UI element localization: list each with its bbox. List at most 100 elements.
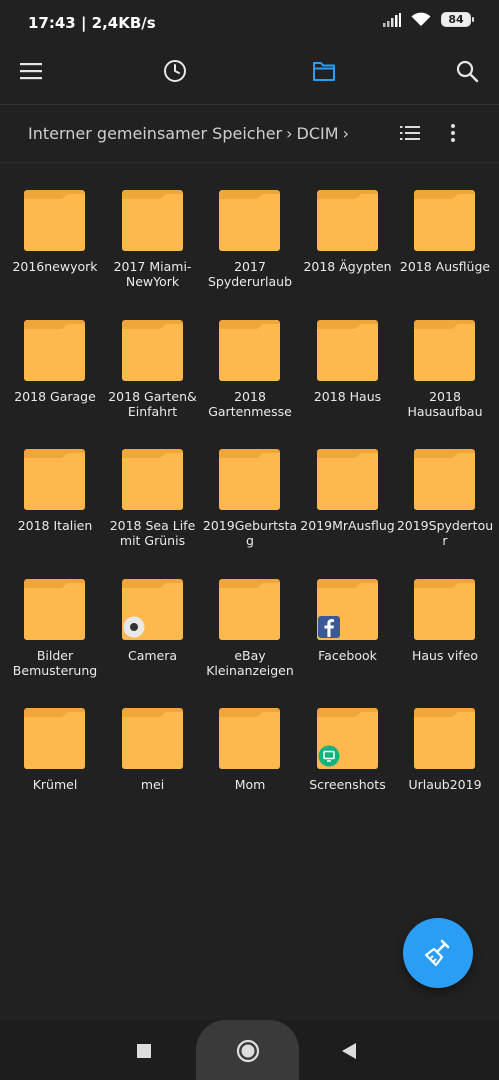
signal-icon (383, 12, 401, 27)
folder-item[interactable]: Urlaub2019 (396, 708, 494, 828)
folder-label: Mom (234, 777, 266, 792)
folder-icon (219, 708, 280, 769)
recents-square-icon[interactable] (136, 1043, 152, 1059)
folder-label: 2018 Hausaufbau (407, 388, 483, 419)
folder-item[interactable]: 2018 Haus (299, 319, 397, 440)
folder-item[interactable]: 2018 Gartenmesse (201, 319, 299, 440)
wifi-icon (411, 12, 431, 26)
list-view-button[interactable] (393, 118, 427, 148)
folder-icon (24, 578, 85, 640)
folder-item[interactable]: Haus vifeo (396, 578, 494, 699)
recent-files-tab[interactable] (158, 56, 192, 86)
folder-item[interactable]: 2019Geburtstag (201, 449, 299, 569)
folder-item[interactable]: 2018 Garten& Einfahrt (104, 319, 202, 440)
breadcrumb-item-dcim[interactable]: DCIM (297, 124, 339, 143)
folder-item[interactable]: 2016newyork (6, 190, 104, 310)
folder-item[interactable]: 2018 Ausflüge (396, 190, 494, 310)
folder-item[interactable]: 2017 Spyderurlaub (201, 190, 299, 310)
folder-label: 2018 Ägypten (303, 259, 392, 274)
more-vertical-icon (451, 124, 455, 142)
folder-item[interactable]: eBay Kleinanzeigen (201, 578, 299, 699)
breadcrumb-item-storage[interactable]: Interner gemeinsamer Speicher (28, 124, 282, 143)
folder-item[interactable]: Camera (104, 578, 202, 699)
folder-item[interactable]: Facebook (299, 578, 397, 699)
status-bar: 17:43 | 2,4KB/s 84 (0, 0, 499, 46)
folder-label: 2019Geburtstag (202, 518, 298, 548)
more-options-button[interactable] (436, 118, 470, 148)
folder-item[interactable]: Screenshots (299, 708, 397, 828)
folder-label: Facebook (318, 647, 377, 663)
broom-clean-icon (424, 939, 450, 967)
chevron-right-icon: › (342, 124, 349, 143)
folder-label: 2018 Italien (17, 518, 93, 533)
folder-item[interactable]: Krümel (6, 708, 104, 828)
folder-label: eBay Kleinanzeigen (206, 647, 294, 678)
folder-label: 2018 Garage (14, 388, 96, 404)
folder-icon (316, 319, 378, 381)
folder-icon (316, 449, 378, 510)
folder-label: 2018 Sea Life mit Grünis (109, 518, 196, 548)
folder-item[interactable]: 2018 Sea Life mit Grünis (104, 449, 202, 569)
search-button[interactable] (450, 56, 484, 86)
folder-icon (414, 190, 475, 251)
folder-icon (414, 578, 475, 640)
files-tab[interactable] (307, 56, 341, 86)
folder-item[interactable]: 2018 Italien (6, 449, 104, 569)
folder-icon (24, 319, 85, 381)
battery-indicator: 84 (441, 12, 474, 27)
breadcrumb-divider (0, 162, 499, 163)
folder-icon (24, 449, 85, 510)
folder-icon (121, 708, 183, 769)
screenshot-badge-icon (318, 745, 339, 767)
folder-icon (219, 190, 280, 251)
camera-badge-icon (123, 616, 144, 637)
chevron-right-icon: › (286, 124, 293, 143)
folder-icon (121, 319, 183, 381)
folder-icon (414, 449, 475, 510)
search-icon (456, 60, 479, 83)
folder-item[interactable]: 2018 Hausaufbau (396, 319, 494, 440)
home-circle-icon[interactable] (236, 1039, 260, 1063)
folder-label: 2019Spydertour (396, 518, 494, 548)
folder-label: 2018 Ausflüge (399, 259, 491, 274)
list-view-icon (400, 126, 420, 140)
menu-button[interactable] (14, 56, 48, 86)
clean-up-button[interactable] (403, 918, 473, 988)
folder-icon (24, 708, 85, 769)
facebook-badge-icon (317, 615, 340, 638)
folder-item[interactable]: 2018 Garage (6, 319, 104, 440)
folder-item[interactable]: 2018 Ägypten (299, 190, 397, 310)
folder-label: Screenshots (309, 777, 386, 792)
top-toolbar (0, 46, 499, 96)
clock-icon (164, 60, 186, 82)
folder-item[interactable]: Bilder Bemusterung (6, 578, 104, 699)
folder-item[interactable]: mei (104, 708, 202, 828)
folder-item[interactable]: 2017 Miami-NewYork (104, 190, 202, 310)
folder-item[interactable]: 2019Spydertour (396, 449, 494, 569)
folder-label: Urlaub2019 (408, 777, 482, 792)
folder-icon (121, 190, 183, 251)
folder-label: 2017 Miami-NewYork (113, 259, 192, 289)
menu-icon (20, 63, 42, 80)
folder-icon (219, 319, 280, 381)
back-triangle-icon[interactable] (341, 1042, 357, 1060)
folder-icon (313, 62, 335, 81)
folder-label: 2018 Haus (313, 388, 382, 404)
folder-label: Camera (127, 647, 178, 663)
folder-label: 2017 Spyderurlaub (207, 259, 293, 289)
folder-label: 2018 Gartenmesse (208, 388, 292, 419)
folder-label: Bilder Bemusterung (12, 647, 98, 678)
status-time: 17:43 | 2,4KB/s (28, 14, 156, 32)
breadcrumb: Interner gemeinsamer Speicher › DCIM › (0, 105, 499, 163)
folder-item[interactable]: Mom (201, 708, 299, 828)
folder-label: Haus vifeo (411, 647, 479, 663)
breadcrumb-path: Interner gemeinsamer Speicher › DCIM › (28, 124, 353, 143)
folder-icon (121, 449, 183, 510)
folder-label: 2016newyork (12, 259, 98, 274)
folder-icon (219, 578, 280, 640)
folder-icon (24, 190, 85, 251)
folder-item[interactable]: 2019MrAusflug (299, 449, 397, 569)
folder-icon (219, 449, 280, 510)
folder-icon (414, 319, 475, 381)
folder-icon (316, 190, 378, 251)
